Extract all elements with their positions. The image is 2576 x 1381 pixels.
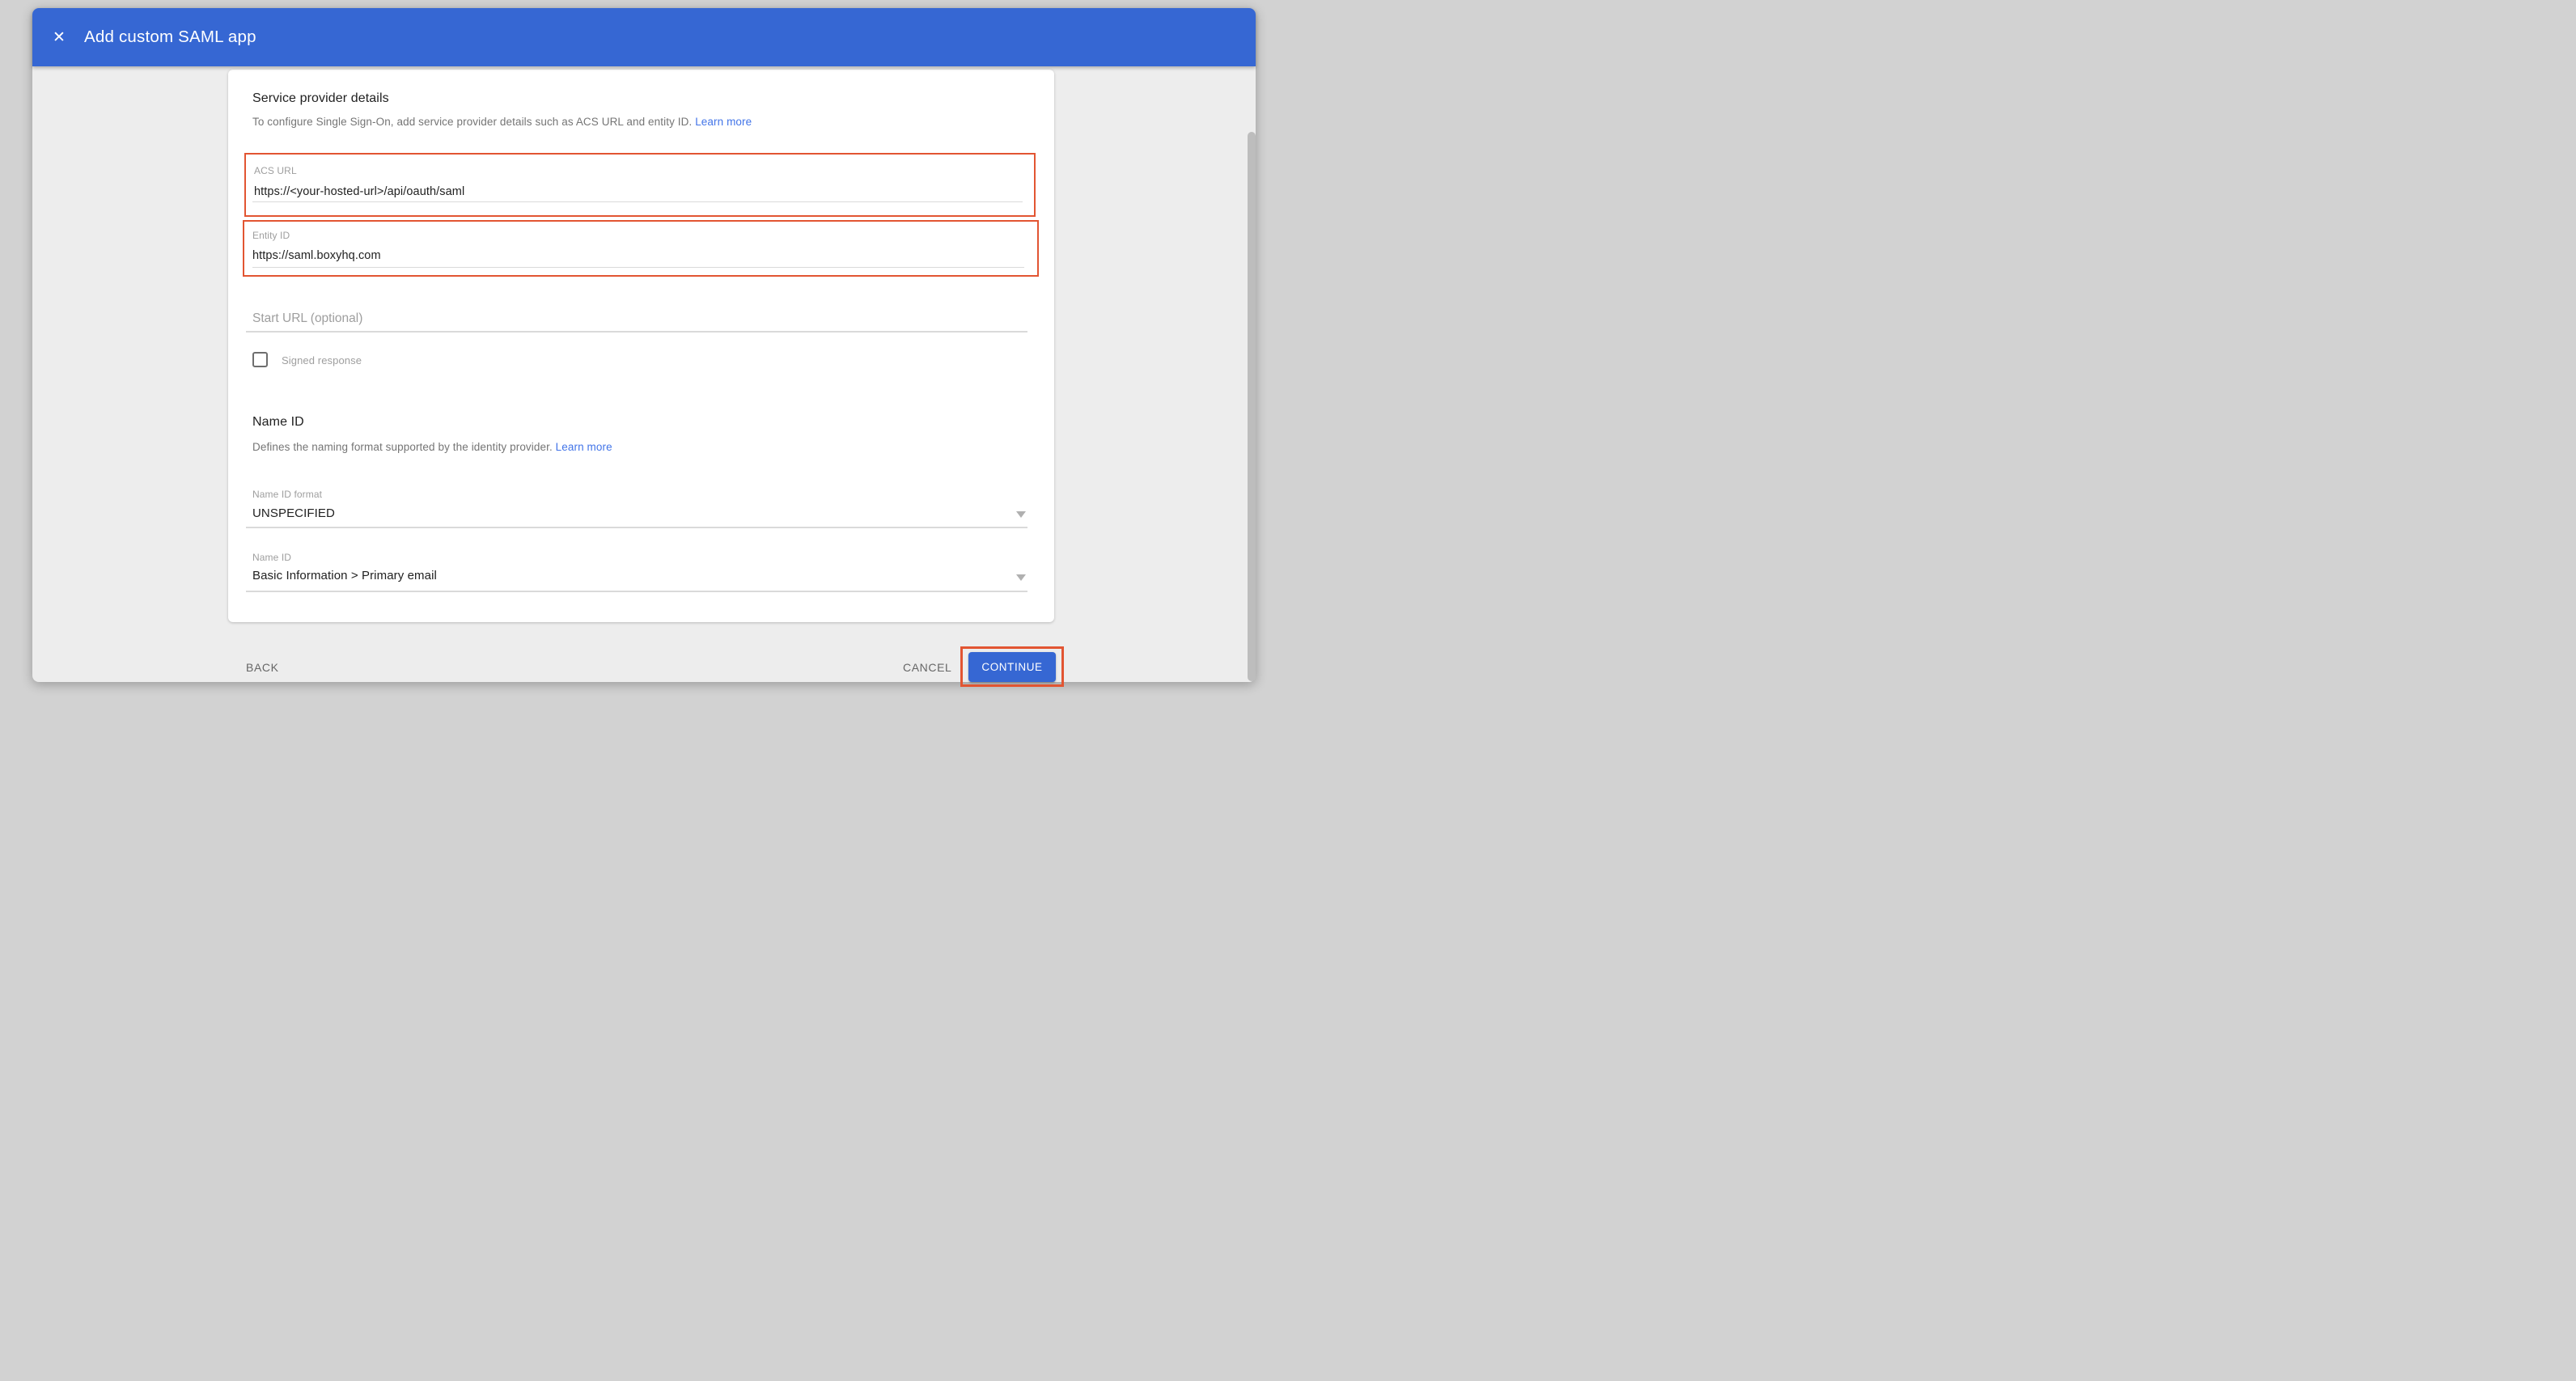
name-id-label: Name ID xyxy=(252,552,291,563)
chevron-down-icon[interactable] xyxy=(1016,511,1026,518)
service-provider-description-text: To configure Single Sign-On, add service… xyxy=(252,116,692,128)
name-id-underline xyxy=(246,591,1027,592)
signed-response-label: Signed response xyxy=(282,354,362,366)
start-url-placeholder[interactable]: Start URL (optional) xyxy=(252,311,362,326)
cancel-button[interactable]: CANCEL xyxy=(903,653,951,682)
name-id-format-underline xyxy=(246,527,1027,528)
learn-more-link-nameid[interactable]: Learn more xyxy=(556,441,612,453)
dialog-title: Add custom SAML app xyxy=(84,8,256,66)
close-icon[interactable]: ✕ xyxy=(49,8,69,66)
continue-button[interactable]: CONTINUE xyxy=(968,652,1056,682)
entity-id-underline xyxy=(252,267,1024,269)
dialog-header: ✕ Add custom SAML app xyxy=(32,8,1256,66)
entity-id-value[interactable]: https://saml.boxyhq.com xyxy=(252,249,381,262)
entity-id-highlight: Entity ID https://saml.boxyhq.com xyxy=(243,220,1039,277)
service-provider-card: Service provider details To configure Si… xyxy=(228,70,1054,622)
name-id-description: Defines the naming format supported by t… xyxy=(252,441,612,453)
learn-more-link-sso[interactable]: Learn more xyxy=(695,116,752,128)
name-id-description-text: Defines the naming format supported by t… xyxy=(252,441,553,453)
signed-response-checkbox[interactable] xyxy=(252,352,268,367)
acs-url-highlight: ACS URL https://<your-hosted-url>/api/oa… xyxy=(244,153,1036,217)
acs-url-value[interactable]: https://<your-hosted-url>/api/oauth/saml xyxy=(254,185,464,198)
name-id-format-value[interactable]: UNSPECIFIED xyxy=(252,506,335,520)
name-id-format-label: Name ID format xyxy=(252,489,322,500)
service-provider-heading: Service provider details xyxy=(252,91,389,106)
acs-url-field[interactable]: ACS URL https://<your-hosted-url>/api/oa… xyxy=(246,155,1034,215)
acs-url-underline xyxy=(252,201,1023,203)
acs-url-label: ACS URL xyxy=(254,165,297,176)
entity-id-field[interactable]: Entity ID https://saml.boxyhq.com xyxy=(244,222,1037,275)
add-custom-saml-app-dialog: ✕ Add custom SAML app Service provider d… xyxy=(32,8,1256,682)
name-id-value[interactable]: Basic Information > Primary email xyxy=(252,569,437,582)
continue-button-highlight: CONTINUE xyxy=(960,646,1064,687)
service-provider-description: To configure Single Sign-On, add service… xyxy=(252,116,752,128)
chevron-down-icon[interactable] xyxy=(1016,574,1026,581)
name-id-heading: Name ID xyxy=(252,415,304,430)
scrollbar-thumb[interactable] xyxy=(1248,132,1256,681)
entity-id-label: Entity ID xyxy=(252,230,290,241)
start-url-underline xyxy=(246,331,1027,333)
back-button[interactable]: BACK xyxy=(246,653,279,682)
